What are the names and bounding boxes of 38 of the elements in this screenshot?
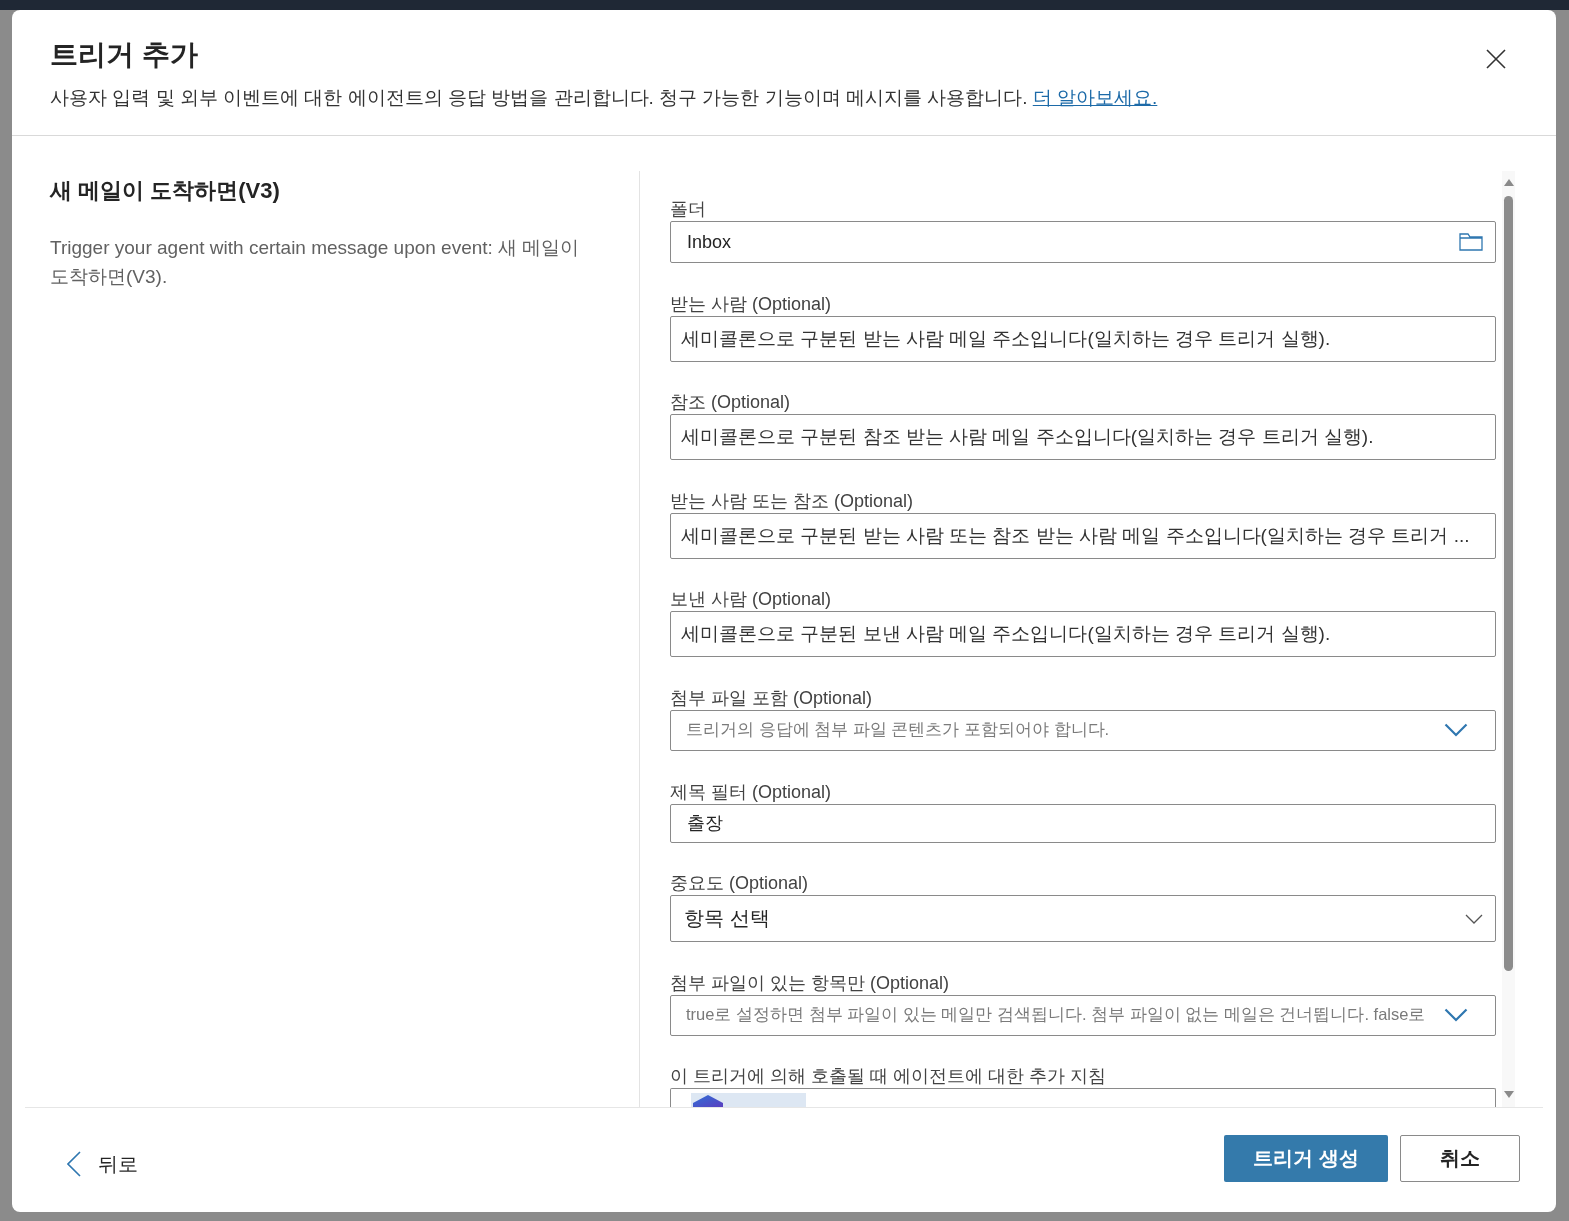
chevron-down-icon [1465, 913, 1483, 924]
folder-field[interactable]: Inbox [670, 221, 1496, 263]
back-button[interactable]: 뒤로 [67, 1150, 138, 1178]
text-field[interactable]: 세미콜론으로 구분된 받는 사람 메일 주소입니다(일치하는 경우 트리거 실행). [670, 315, 1496, 362]
dropdown-field[interactable]: 트리거의 응답에 첨부 파일 콘텐츠가 포함되어야 합니다. [670, 709, 1496, 751]
text-field[interactable]: 세미콜론으로 구분된 보낸 사람 메일 주소입니다(일치하는 경우 트리거 실행). [670, 611, 1496, 658]
instructions-editor[interactable] [670, 1088, 1496, 1107]
create-trigger-button[interactable]: 트리거 생성 [1224, 1134, 1388, 1182]
field-label: 제목 필터 (Optional) [670, 780, 833, 803]
field-label: 첨부 파일이 있는 항목만 (Optional) [670, 971, 951, 994]
field-label: 폴더 [670, 198, 707, 220]
chevron-left-icon [67, 1151, 81, 1177]
field-label: 중요도 (Optional) [670, 872, 810, 895]
cancel-button[interactable]: 취소 [1400, 1134, 1520, 1182]
field-label: 보낸 사람 (Optional) [670, 588, 833, 611]
dialog-title: 트리거 추가 [50, 38, 199, 72]
text-field[interactable]: 출장 [670, 803, 1496, 843]
scrollbar-thumb[interactable] [1504, 196, 1513, 971]
chevron-down-icon [1444, 1008, 1468, 1023]
close-icon [1486, 49, 1506, 69]
dialog-description: 사용자 입력 및 외부 이벤트에 대한 에이전트의 응답 방법을 관리합니다. 청구 가능한 기능이며 메시지를 사용합니다. 더 알아보세요. [50, 86, 1158, 110]
field-label: 받는 사람 또는 참조 (Optional) [670, 489, 915, 512]
trigger-name: 새 메일이 도착하면(V3) [50, 177, 281, 205]
chevron-down-icon [1444, 723, 1468, 738]
trigger-description: Trigger your agent with certain message upon event: 새 메일이 도착하면(V3). [50, 236, 581, 289]
learn-more-link[interactable]: 더 알아보세요. [1032, 87, 1158, 108]
folder-icon [1459, 233, 1483, 251]
scroll-down-arrow-icon[interactable] [1503, 1091, 1514, 1098]
layers-icon [691, 1093, 725, 1107]
text-field[interactable]: 세미콜론으로 구분된 참조 받는 사람 메일 주소입니다(일치하는 경우 트리거 실행). [670, 414, 1496, 461]
text-field[interactable]: 세미콜론으로 구분된 받는 사람 또는 참조 받는 사람 메일 주소입니다(일치하는 경우 트리거 ... [670, 512, 1496, 559]
field-label: 참조 (Optional) [670, 391, 792, 414]
field-label: 첨부 파일 포함 (Optional) [670, 686, 874, 709]
scroll-up-arrow-icon[interactable] [1503, 179, 1514, 186]
field-label: 받는 사람 (Optional) [670, 292, 833, 315]
dropdown-field[interactable]: true로 설정하면 첨부 파일이 있는 메일만 검색됩니다. 첨부 파일이 없는 메일은 건너뜁니다. false로 [670, 994, 1496, 1036]
field-label: 이 트리거에 의해 호출될 때 에이전트에 대한 추가 지침 [670, 1065, 1107, 1088]
dropdown-field[interactable]: 항목 선택 [670, 895, 1496, 943]
